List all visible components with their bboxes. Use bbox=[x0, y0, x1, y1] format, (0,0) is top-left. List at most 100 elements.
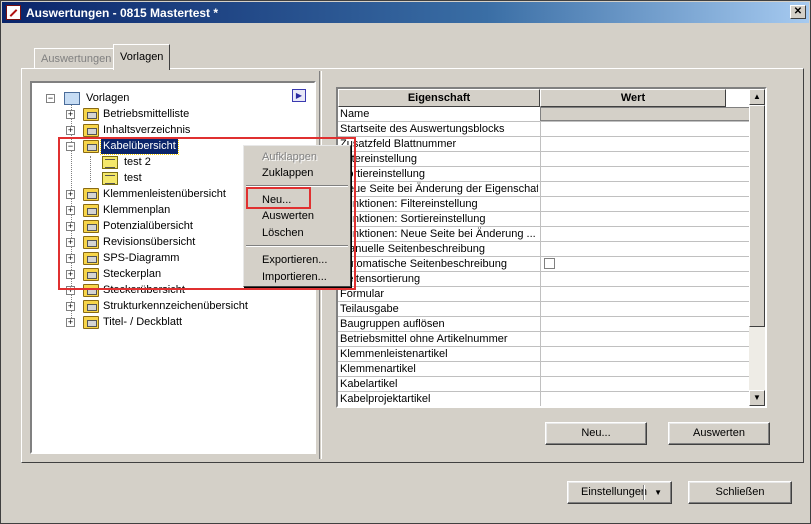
grid-row[interactable]: Klemmenartikel bbox=[338, 362, 753, 377]
report-icon bbox=[102, 172, 118, 185]
grid-row[interactable]: Betriebsmittel ohne Artikelnummer bbox=[338, 332, 753, 347]
grid-row[interactable]: Manuelle Seitenbeschreibung bbox=[338, 242, 753, 257]
property-name: Kabelartikel bbox=[340, 378, 398, 390]
property-value[interactable] bbox=[540, 332, 753, 346]
grid-row[interactable]: Filtereinstellung bbox=[338, 152, 753, 167]
grid-row[interactable]: Teilausgabe bbox=[338, 302, 753, 317]
property-value[interactable] bbox=[540, 197, 753, 211]
grid-row[interactable]: Kabelprojektartikel bbox=[338, 392, 753, 406]
schliessen-button[interactable]: Schließen bbox=[688, 481, 792, 504]
grid-row[interactable]: Automatische Seitenbeschreibung bbox=[338, 257, 753, 272]
expand-icon[interactable]: + bbox=[66, 318, 75, 327]
property-value[interactable] bbox=[540, 287, 753, 301]
property-name: Seitensortierung bbox=[340, 273, 421, 285]
grid-row[interactable]: Zusatzfeld Blattnummer bbox=[338, 137, 753, 152]
property-value[interactable] bbox=[540, 377, 753, 391]
tab-vorlagen[interactable]: Vorlagen bbox=[113, 44, 171, 70]
menu-item-neu[interactable]: Neu... bbox=[246, 192, 348, 208]
property-value[interactable] bbox=[540, 242, 753, 256]
property-grid[interactable]: Eigenschaft Wert Name Startseite des Aus… bbox=[336, 87, 767, 408]
tab-auswertungen[interactable]: Auswertungen bbox=[34, 48, 119, 68]
expand-icon[interactable]: + bbox=[66, 110, 75, 119]
vertical-scrollbar[interactable]: ▲ ▼ bbox=[749, 89, 765, 406]
grid-row[interactable]: Funktionen: Sortiereinstellung bbox=[338, 212, 753, 227]
property-value[interactable] bbox=[540, 227, 753, 241]
property-value[interactable] bbox=[540, 122, 753, 136]
property-value-input[interactable] bbox=[540, 107, 753, 121]
grid-row[interactable]: Funktionen: Filtereinstellung bbox=[338, 197, 753, 212]
property-value[interactable] bbox=[540, 257, 753, 271]
expand-icon[interactable]: + bbox=[66, 302, 75, 311]
property-value[interactable] bbox=[540, 347, 753, 361]
scroll-up-icon[interactable]: ▲ bbox=[749, 89, 765, 105]
expand-icon[interactable]: + bbox=[66, 270, 75, 279]
expand-icon[interactable]: + bbox=[66, 238, 75, 247]
window-title: Auswertungen - 0815 Mastertest * bbox=[26, 6, 219, 20]
einstellungen-button[interactable]: Einstellungen ▼ bbox=[567, 481, 672, 504]
property-value[interactable] bbox=[540, 182, 753, 196]
expand-icon[interactable]: + bbox=[66, 286, 75, 295]
menu-item-zuklappen[interactable]: Zuklappen bbox=[246, 165, 348, 181]
property-name: Baugruppen auflösen bbox=[340, 318, 445, 330]
grid-row[interactable]: Baugruppen auflösen bbox=[338, 317, 753, 332]
property-value[interactable] bbox=[540, 137, 753, 151]
tree-item-label: Betriebsmittelliste bbox=[103, 108, 190, 120]
property-value[interactable] bbox=[540, 392, 753, 406]
close-button[interactable]: ✕ bbox=[790, 5, 806, 19]
menu-item-auswerten[interactable]: Auswerten bbox=[246, 208, 348, 224]
tree-child-label: test 2 bbox=[124, 156, 151, 168]
folder-icon bbox=[83, 124, 99, 137]
menu-item-exportieren[interactable]: Exportieren... bbox=[246, 252, 348, 268]
grid-row[interactable]: Startseite des Auswertungsblocks bbox=[338, 122, 753, 137]
property-name: Funktionen: Neue Seite bei Änderung ... bbox=[340, 228, 536, 240]
app-icon bbox=[6, 5, 21, 20]
grid-row[interactable]: Kabelartikel bbox=[338, 377, 753, 392]
menu-item-aufklappen[interactable]: Aufklappen bbox=[246, 149, 348, 165]
property-value[interactable] bbox=[540, 167, 753, 181]
expand-icon[interactable]: + bbox=[66, 190, 75, 199]
property-value[interactable] bbox=[540, 302, 753, 316]
menu-item-importieren[interactable]: Importieren... bbox=[246, 269, 348, 285]
folder-icon bbox=[83, 268, 99, 281]
collapse-icon[interactable]: − bbox=[46, 94, 55, 103]
split-divider bbox=[643, 485, 645, 500]
expand-icon[interactable]: + bbox=[66, 126, 75, 135]
tree-item-label: Klemmenleistenübersicht bbox=[103, 188, 226, 200]
dropdown-arrow-icon[interactable]: ▼ bbox=[654, 482, 662, 503]
title-bar: Auswertungen - 0815 Mastertest * ✕ bbox=[2, 2, 809, 23]
header-eigenschaft[interactable]: Eigenschaft bbox=[338, 89, 540, 107]
tree-item-label: SPS-Diagramm bbox=[103, 252, 180, 264]
folder-icon bbox=[83, 252, 99, 265]
property-value[interactable] bbox=[540, 317, 753, 331]
auto-page-description-checkbox[interactable] bbox=[544, 258, 555, 269]
show-properties-arrow-icon[interactable]: ▶ bbox=[292, 89, 306, 102]
neu-button[interactable]: Neu... bbox=[545, 422, 647, 445]
folder-icon bbox=[83, 316, 99, 329]
expand-icon[interactable]: + bbox=[66, 206, 75, 215]
expand-icon[interactable]: + bbox=[66, 254, 75, 263]
grid-row[interactable]: Seitensortierung bbox=[338, 272, 753, 287]
auswerten-button[interactable]: Auswerten bbox=[668, 422, 770, 445]
menu-separator bbox=[246, 185, 348, 187]
expand-icon[interactable]: + bbox=[66, 222, 75, 231]
folder-icon bbox=[83, 108, 99, 121]
property-value[interactable] bbox=[540, 212, 753, 226]
context-menu: Aufklappen Zuklappen Neu... Auswerten Lö… bbox=[243, 145, 351, 287]
grid-row[interactable]: Name bbox=[338, 107, 753, 122]
property-value[interactable] bbox=[540, 272, 753, 286]
scroll-thumb[interactable] bbox=[749, 105, 765, 327]
header-wert[interactable]: Wert bbox=[540, 89, 726, 107]
grid-row[interactable]: Funktionen: Neue Seite bei Änderung ... bbox=[338, 227, 753, 242]
menu-item-loeschen[interactable]: Löschen bbox=[246, 225, 348, 241]
collapse-icon[interactable]: − bbox=[66, 142, 75, 151]
scroll-down-icon[interactable]: ▼ bbox=[749, 390, 765, 406]
property-name: Filtereinstellung bbox=[340, 153, 418, 165]
tree-item-label: Klemmenplan bbox=[103, 204, 171, 216]
grid-row[interactable]: Klemmenleistenartikel bbox=[338, 347, 753, 362]
property-value[interactable] bbox=[540, 362, 753, 376]
folder-icon bbox=[83, 220, 99, 233]
grid-row[interactable]: Formular bbox=[338, 287, 753, 302]
grid-row[interactable]: Neue Seite bei Änderung der Eigenschaft bbox=[338, 182, 753, 197]
grid-row[interactable]: Sortiereinstellung bbox=[338, 167, 753, 182]
property-value[interactable] bbox=[540, 152, 753, 166]
